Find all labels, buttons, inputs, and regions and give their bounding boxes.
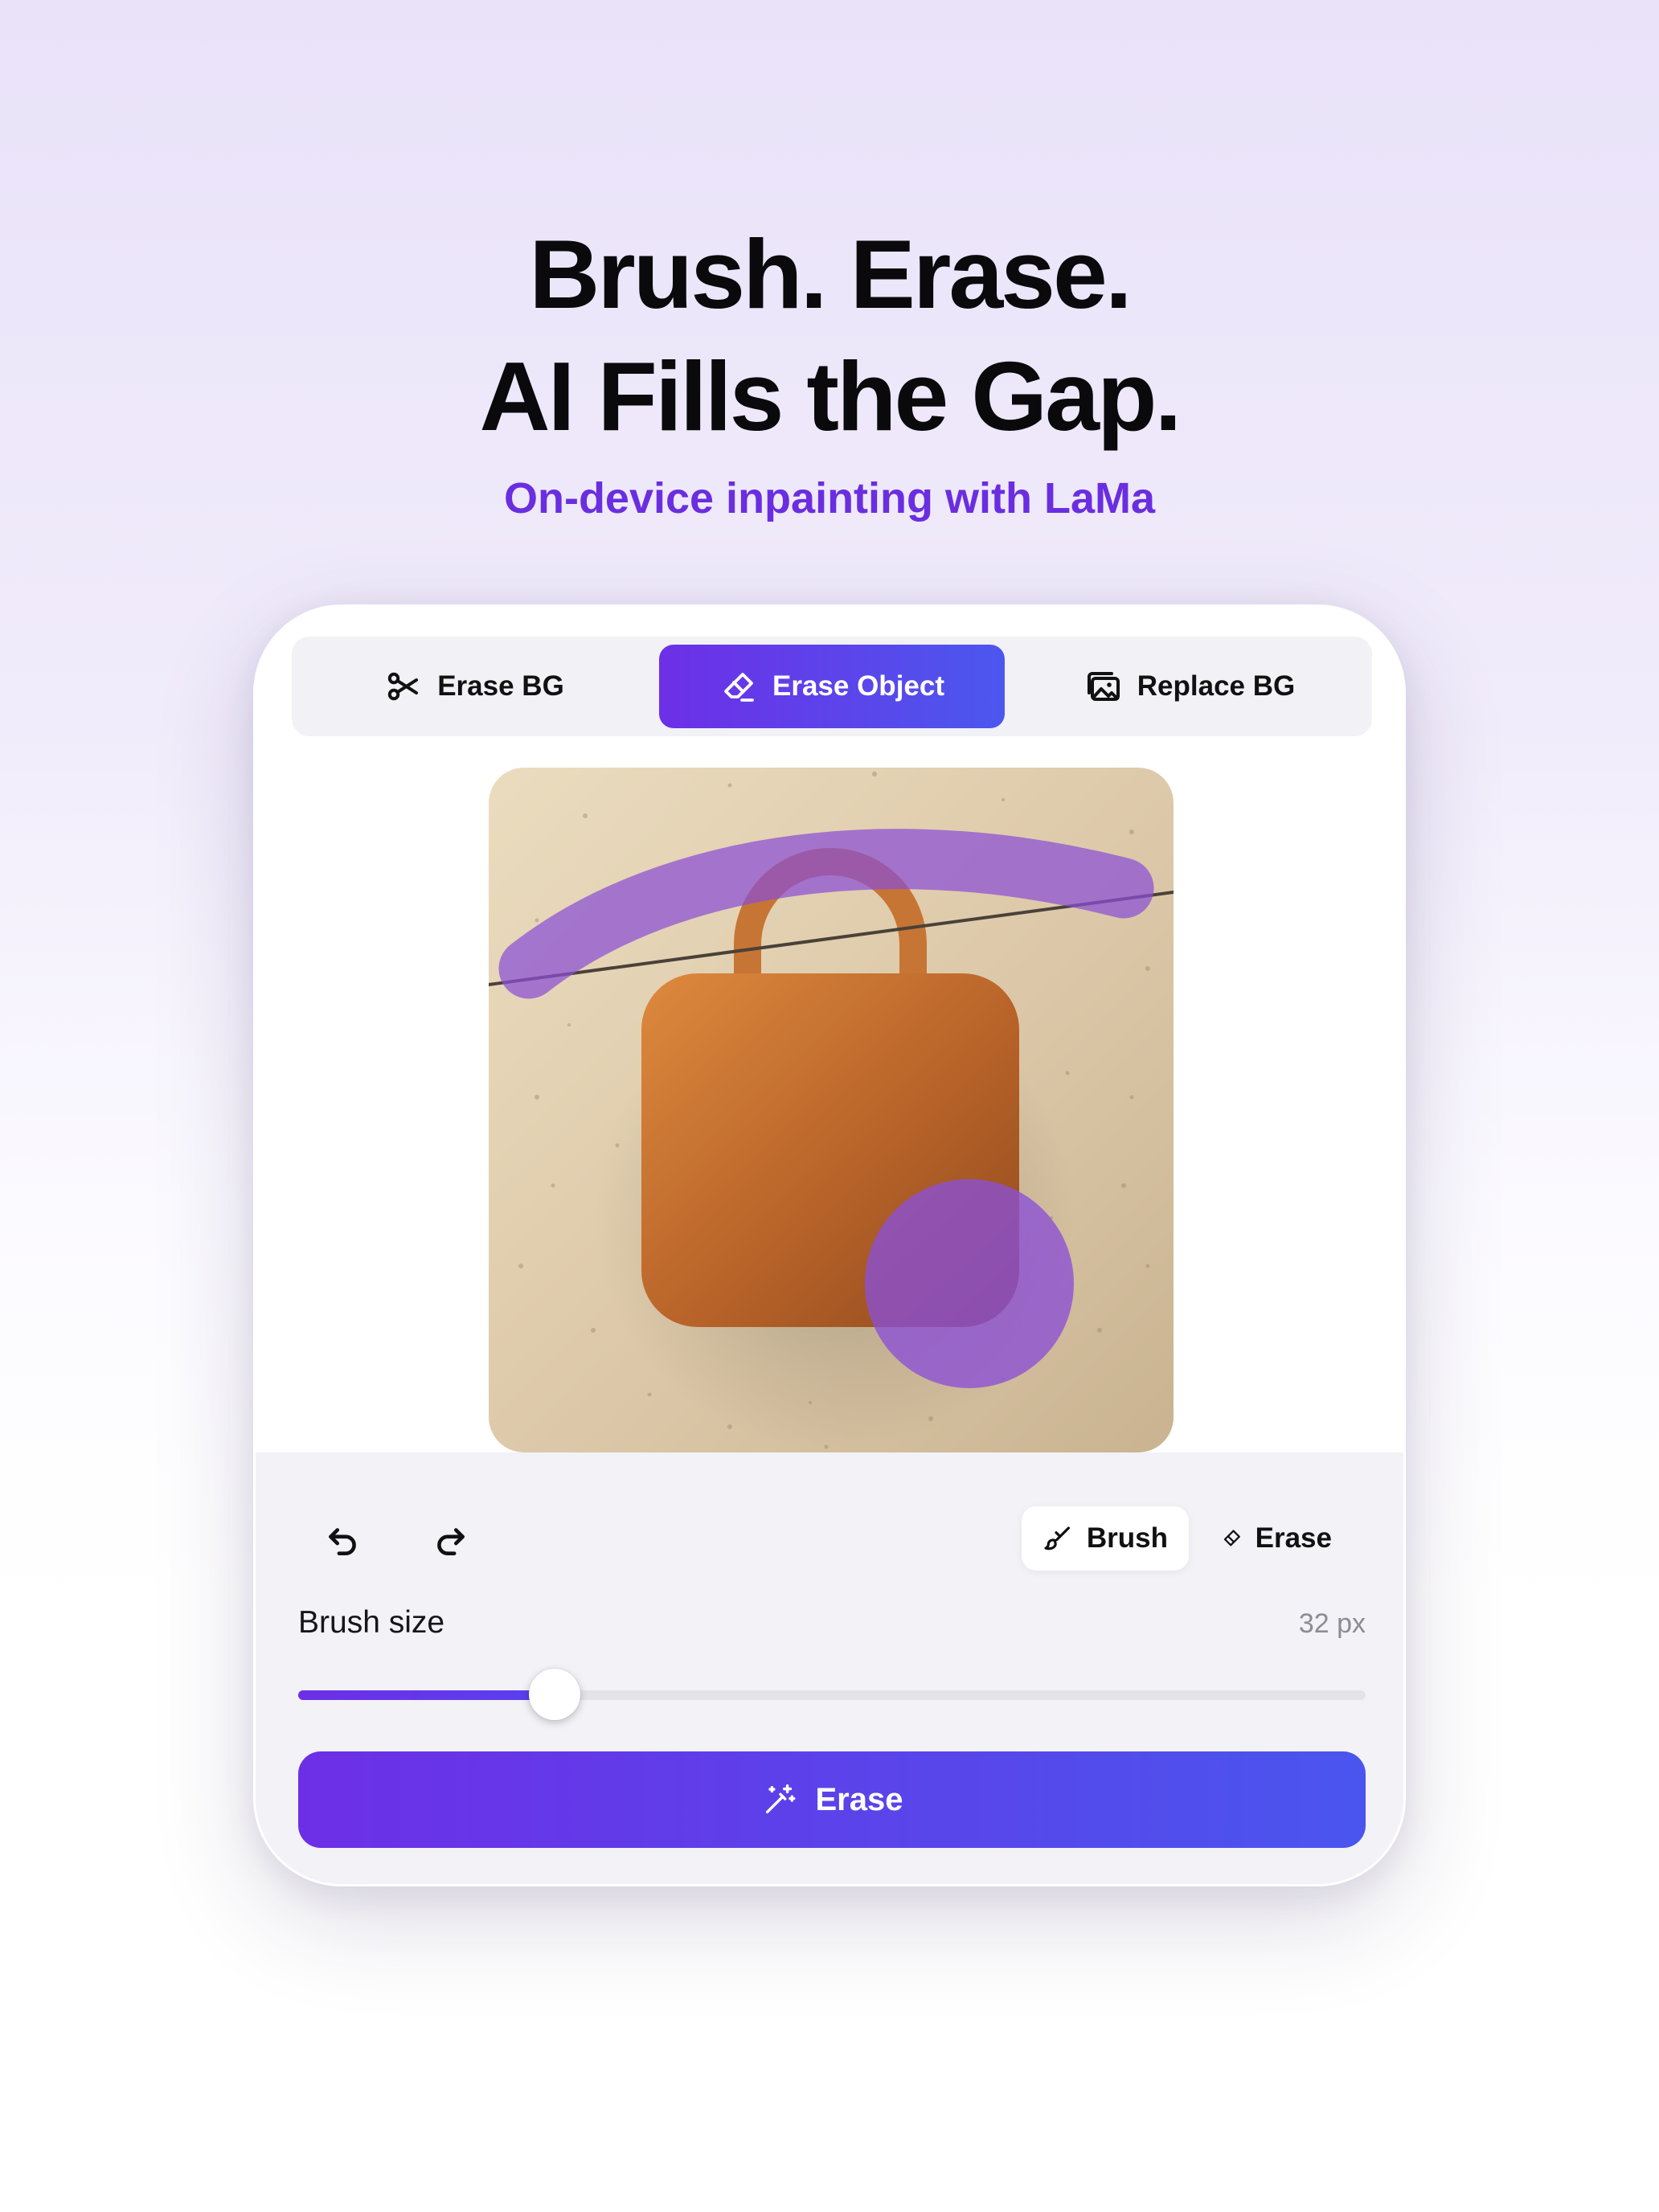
scissors-icon <box>388 672 419 701</box>
brush-size-label: Brush size <box>298 1605 445 1640</box>
page-headline: Brush. Erase. AI Fills the Gap. <box>0 213 1659 457</box>
erase-action-label: Erase <box>815 1781 903 1817</box>
tab-replace-bg-label: Replace BG <box>1137 670 1296 702</box>
tab-erase-object[interactable]: Erase Object <box>659 645 1005 728</box>
slider-thumb[interactable] <box>528 1669 580 1720</box>
eraser-icon <box>724 673 754 702</box>
erase-action-button[interactable]: Erase <box>298 1751 1366 1848</box>
brush-mode-button[interactable]: Brush <box>1022 1506 1189 1571</box>
brush-size-slider[interactable] <box>298 1669 1366 1720</box>
eraser-icon <box>1223 1530 1240 1546</box>
headline-line-1: Brush. Erase. <box>529 219 1133 329</box>
image-canvas[interactable] <box>489 768 1174 1452</box>
erase-mode-label: Erase <box>1255 1522 1332 1554</box>
controls-panel: Brush Erase Brush size 32 px Erase <box>256 1452 1403 1884</box>
photo-stack-icon <box>1087 672 1120 701</box>
canvas-image <box>489 768 1174 1452</box>
tab-erase-bg[interactable]: Erase BG <box>301 645 647 728</box>
redo-button[interactable] <box>419 1508 483 1572</box>
headline-line-2: AI Fills the Gap. <box>479 342 1182 451</box>
tab-erase-object-label: Erase Object <box>772 670 944 702</box>
brush-mode-label: Brush <box>1086 1522 1168 1554</box>
brush-icon <box>1044 1526 1071 1550</box>
undo-icon <box>329 1528 356 1555</box>
brush-size-value: 32 px <box>1298 1608 1366 1639</box>
magic-wand-icon <box>765 1784 795 1814</box>
tab-replace-bg[interactable]: Replace BG <box>1017 645 1362 728</box>
undo-button[interactable] <box>310 1508 375 1572</box>
tab-erase-bg-label: Erase BG <box>437 670 564 702</box>
page-subtitle: On-device inpainting with LaMa <box>503 474 1156 522</box>
erase-mode-button[interactable]: Erase <box>1200 1506 1353 1571</box>
mode-segmented-control: Erase BG Erase Object Replace BG <box>292 637 1372 736</box>
redo-icon <box>437 1528 465 1555</box>
slider-fill <box>298 1690 555 1700</box>
app-card: Erase BG Erase Object Replace BG Brush E… <box>253 604 1406 1886</box>
